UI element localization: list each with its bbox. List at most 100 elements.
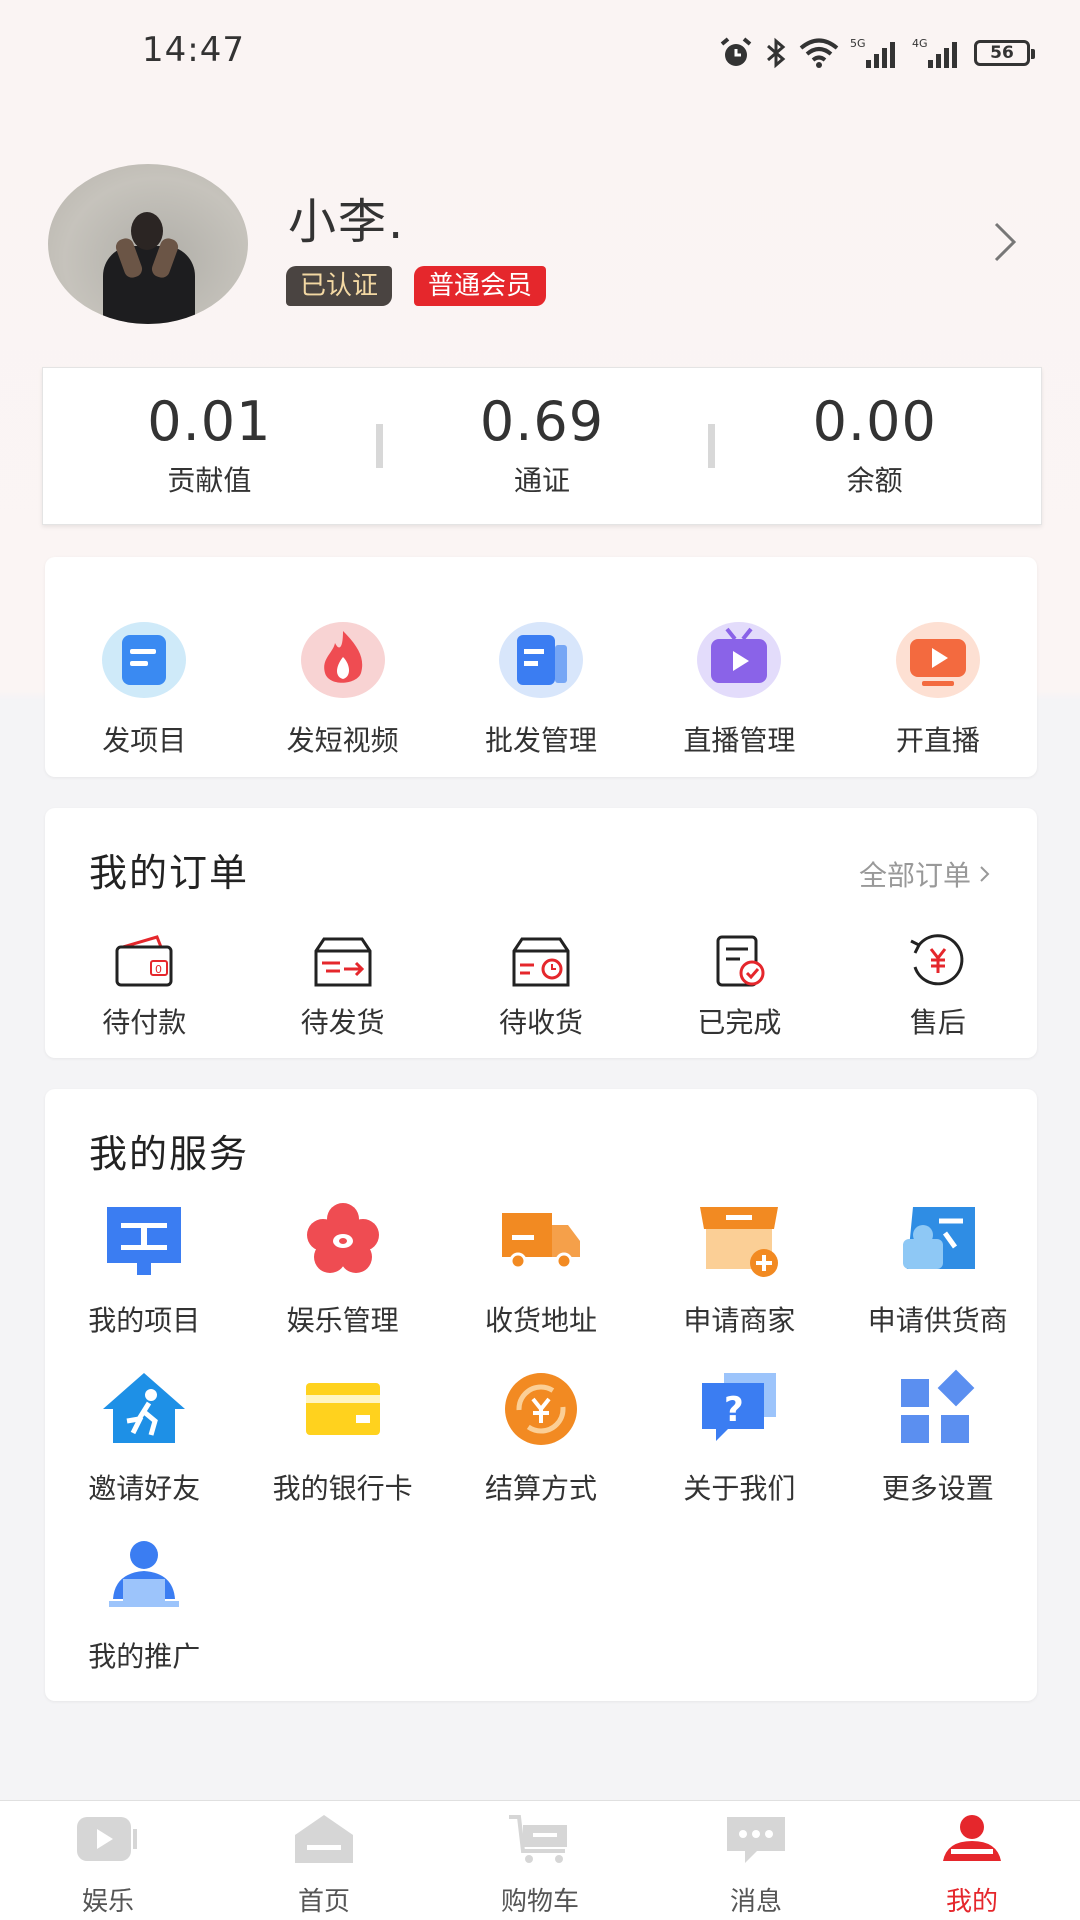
service-label: 关于我们 <box>683 1472 796 1505</box>
service-about-us[interactable]: ? 关于我们 <box>640 1369 838 1507</box>
bottom-tab-bar: 娱乐 首页 购物车 消息 我的 <box>0 1800 1080 1920</box>
home-icon <box>295 1815 353 1863</box>
service-settlement[interactable]: 结算方式 <box>442 1369 640 1507</box>
order-pending-payment[interactable]: 0 待付款 <box>45 933 243 1041</box>
service-label: 申请商家 <box>683 1304 796 1337</box>
refund-yen-icon <box>910 934 964 986</box>
service-label: 收货地址 <box>484 1304 597 1337</box>
service-apply-supplier[interactable]: 申请供货商 <box>839 1201 1037 1339</box>
truck-icon <box>501 1213 580 1270</box>
profile-header[interactable]: 小李. 已认证 普通会员 <box>0 160 1080 340</box>
quick-actions-card: 发项目 发短视频 批发管理 直播管理 开直播 <box>45 557 1037 777</box>
tab-entertainment[interactable]: 娱乐 <box>0 1801 216 1920</box>
nickname: 小李. <box>288 194 406 250</box>
svg-text:4G: 4G <box>912 37 928 50</box>
service-bank-card[interactable]: 我的银行卡 <box>243 1369 441 1507</box>
store-icon <box>700 1207 779 1277</box>
quick-action-label: 批发管理 <box>485 724 598 757</box>
order-pending-shipment[interactable]: 待发货 <box>243 933 441 1041</box>
service-label: 邀请好友 <box>88 1472 201 1505</box>
message-icon <box>727 1817 785 1863</box>
tv-play-icon <box>697 622 782 698</box>
quick-action-label: 开直播 <box>895 724 980 757</box>
quick-action-wholesale[interactable]: 批发管理 <box>442 557 640 777</box>
order-label: 待发货 <box>300 1006 385 1039</box>
service-my-projects[interactable]: 我的项目 <box>45 1201 243 1339</box>
all-orders-label: 全部订单 <box>858 859 971 892</box>
quick-action-live-manage[interactable]: 直播管理 <box>640 557 838 777</box>
battery-icon: 56 <box>974 40 1035 66</box>
wholesale-icon <box>499 622 584 698</box>
question-icon: ? <box>702 1373 777 1441</box>
status-icons: 5G 4G 56 <box>718 34 1035 72</box>
stat-token[interactable]: 0.69 通证 <box>375 368 709 524</box>
quick-action-post-project[interactable]: 发项目 <box>45 557 243 777</box>
settlement-icon <box>504 1373 577 1445</box>
service-entertainment[interactable]: 娱乐管理 <box>243 1201 441 1339</box>
grid-settings-icon <box>900 1369 975 1443</box>
service-label: 更多设置 <box>881 1472 994 1505</box>
status-time: 14:47 <box>142 30 245 70</box>
quick-action-label: 直播管理 <box>683 724 796 757</box>
bank-card-icon <box>305 1383 380 1435</box>
service-label: 结算方式 <box>484 1472 597 1505</box>
quick-action-post-video[interactable]: 发短视频 <box>243 557 441 777</box>
flower-icon <box>306 1203 379 1273</box>
status-bar: 14:47 5G 4G 56 <box>0 0 1080 110</box>
stat-label: 通证 <box>514 464 571 497</box>
stat-contribution[interactable]: 0.01 贡献值 <box>43 368 376 524</box>
video-icon <box>77 1817 137 1861</box>
stat-label: 余额 <box>846 464 903 497</box>
service-address[interactable]: 收货地址 <box>442 1201 640 1339</box>
chevron-right-icon <box>980 866 990 882</box>
service-apply-merchant[interactable]: 申请商家 <box>640 1201 838 1339</box>
order-label: 已完成 <box>697 1006 782 1039</box>
order-completed[interactable]: 已完成 <box>640 933 838 1041</box>
order-label: 待收货 <box>499 1006 584 1039</box>
tab-profile[interactable]: 我的 <box>864 1801 1080 1920</box>
signal-4g-icon: 4G <box>912 37 957 68</box>
stat-value: 0.69 <box>479 390 605 453</box>
avatar[interactable] <box>48 164 248 324</box>
order-pending-receipt[interactable]: 待收货 <box>442 933 640 1041</box>
order-label: 待付款 <box>102 1006 187 1039</box>
service-my-promotion[interactable]: 我的推广 <box>45 1537 243 1675</box>
member-badge: 普通会员 <box>414 266 547 306</box>
stat-label: 贡献值 <box>167 464 252 497</box>
tab-label: 购物车 <box>500 1887 579 1917</box>
tab-label: 消息 <box>729 1887 782 1917</box>
verified-badge: 已认证 <box>286 266 393 306</box>
stat-value: 0.00 <box>812 390 937 453</box>
quick-action-label: 发短视频 <box>286 724 399 757</box>
orders-title: 我的订单 <box>89 851 250 895</box>
quick-action-go-live[interactable]: 开直播 <box>839 557 1037 777</box>
tab-messages[interactable]: 消息 <box>648 1801 864 1920</box>
tab-label: 我的 <box>945 1887 998 1917</box>
svg-text:5G: 5G <box>850 37 866 50</box>
tab-label: 娱乐 <box>81 1887 134 1917</box>
live-play-icon <box>895 622 980 698</box>
order-after-sales[interactable]: 售后 <box>839 933 1037 1041</box>
alarm-icon <box>720 37 752 66</box>
completed-doc-icon <box>716 935 765 987</box>
tab-cart[interactable]: 购物车 <box>432 1801 648 1920</box>
svg-text:0: 0 <box>155 963 162 976</box>
quick-action-label: 发项目 <box>102 724 187 757</box>
service-label: 我的项目 <box>88 1304 201 1337</box>
tab-home[interactable]: 首页 <box>216 1801 432 1920</box>
service-invite-friends[interactable]: 邀请好友 <box>45 1369 243 1507</box>
svg-text:?: ? <box>724 1390 744 1430</box>
stat-balance[interactable]: 0.00 余额 <box>708 368 1041 524</box>
my-orders-card: 我的订单 全部订单 0 待付款 待发货 待收货 已完成 售后 <box>45 808 1037 1058</box>
supplier-icon <box>902 1207 975 1269</box>
stat-value: 0.01 <box>147 390 272 453</box>
all-orders-link[interactable]: 全部订单 <box>859 854 991 894</box>
service-label: 申请供货商 <box>867 1304 1008 1337</box>
chevron-right-icon[interactable] <box>990 220 1020 264</box>
profile-icon <box>943 1815 1001 1861</box>
document-icon <box>102 622 187 698</box>
service-more-settings[interactable]: 更多设置 <box>839 1369 1037 1507</box>
bluetooth-icon <box>767 37 786 69</box>
wifi-icon <box>799 38 839 68</box>
service-label: 我的推广 <box>88 1640 201 1673</box>
